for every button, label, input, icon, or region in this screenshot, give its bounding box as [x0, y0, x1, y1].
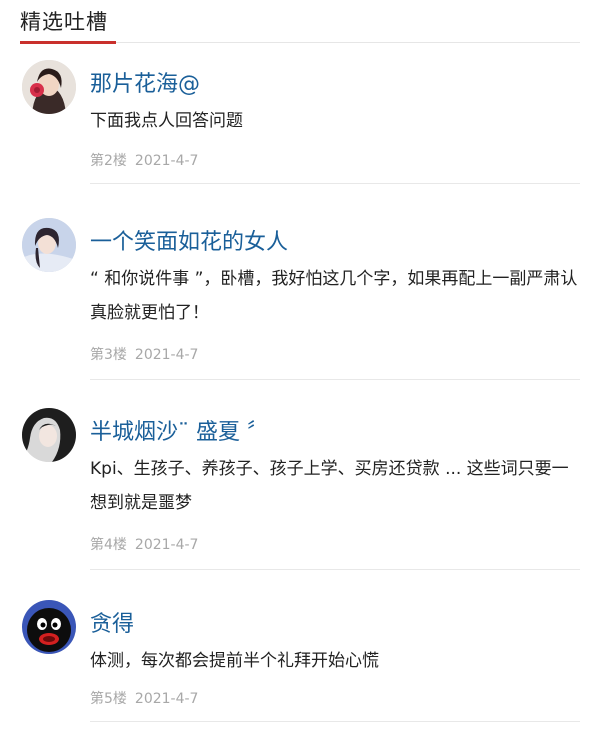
comment-meta: 第2楼 2021-4-7 — [90, 150, 198, 170]
divider — [90, 569, 580, 570]
comment-text: Kpi、生孩子、养孩子、孩子上学、买房还贷款 ... 这些词只要一想到就是噩梦 — [90, 459, 569, 513]
floor-number: 第2楼 — [90, 153, 127, 169]
divider — [90, 379, 580, 380]
avatar-woman-portrait-icon[interactable] — [22, 218, 76, 272]
avatar-woman-dark-hair-icon[interactable] — [22, 408, 76, 462]
divider — [90, 721, 580, 722]
comment-date: 2021-4-7 — [134, 691, 199, 707]
username-link[interactable]: 贪得 — [90, 606, 134, 638]
section-title-underline — [20, 41, 116, 44]
floor-number: 第3楼 — [90, 347, 127, 363]
comment-text: 下面我点人回答问题 — [90, 111, 243, 131]
divider — [90, 183, 580, 184]
comment-text: “ 和你说件事 ”，卧槽，我好怕这几个字，如果再配上一副严肃认真脸就更怕了！ — [90, 269, 578, 323]
comment-date: 2021-4-7 — [134, 347, 199, 363]
comment-meta: 第4楼 2021-4-7 — [90, 534, 198, 554]
comment-meta: 第3楼 2021-4-7 — [90, 344, 198, 364]
avatar-black-cartoon-face-icon[interactable] — [22, 600, 76, 654]
section-header: 精选吐槽 — [20, 0, 580, 44]
floor-number: 第5楼 — [90, 691, 127, 707]
section-title: 精选吐槽 — [20, 10, 108, 34]
comment-text: 体测，每次都会提前半个礼拜开始心慌 — [90, 651, 379, 671]
username-link[interactable]: 那片花海@ — [90, 66, 200, 98]
username-link[interactable]: 半城烟沙¨ 盛夏 〞 — [90, 414, 269, 446]
comment-date: 2021-4-7 — [134, 537, 199, 553]
comment-date: 2021-4-7 — [134, 153, 199, 169]
username-link[interactable]: 一个笑面如花的女人 — [90, 224, 288, 256]
avatar-woman-with-flower-icon[interactable] — [22, 60, 76, 114]
comment-meta: 第5楼 2021-4-7 — [90, 688, 198, 708]
floor-number: 第4楼 — [90, 537, 127, 553]
